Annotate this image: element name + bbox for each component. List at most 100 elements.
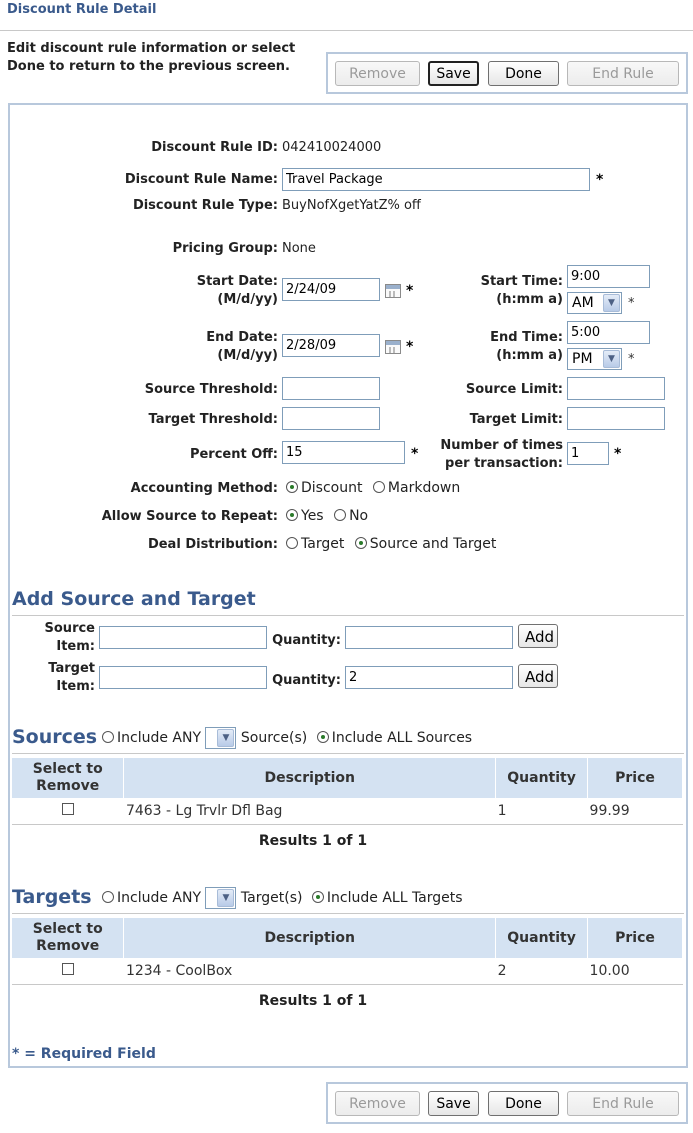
repeat-no-option[interactable]: No — [334, 508, 368, 524]
source-threshold-input[interactable] — [282, 377, 380, 400]
accounting-method-options: Discount Markdown — [286, 480, 466, 496]
distribution-source-target-option[interactable]: Source and Target — [354, 536, 497, 552]
start-time-input[interactable] — [567, 265, 650, 288]
pricing-group-label: Pricing Group: — [172, 241, 278, 256]
top-button-bar: Remove Save Done End Rule — [326, 52, 688, 94]
start-ampm-select[interactable]: AM ▼ — [567, 292, 622, 314]
radio-selected[interactable] — [286, 481, 298, 493]
column-header-select: Select to Remove — [12, 918, 125, 958]
targets-title: Targets — [12, 886, 92, 908]
chevron-down-icon: ▼ — [217, 729, 235, 747]
save-button[interactable]: Save — [428, 1091, 479, 1116]
targets-table: Select to Remove Description Quantity Pr… — [12, 918, 683, 985]
radio-label: Source and Target — [369, 536, 497, 552]
repeat-yes-option[interactable]: Yes — [286, 508, 324, 524]
section-divider — [12, 913, 684, 914]
source-quantity-input[interactable] — [345, 626, 513, 649]
targets-count-select[interactable]: ▼ — [205, 887, 237, 909]
add-target-button[interactable]: Add — [518, 664, 558, 688]
radio-label: Markdown — [387, 480, 461, 496]
source-item-label: Source — [44, 621, 95, 636]
chevron-down-icon: ▼ — [603, 350, 620, 368]
distribution-target-option[interactable]: Target — [286, 536, 344, 552]
target-threshold-input[interactable] — [282, 407, 380, 430]
end-time-label: End Time: — [490, 330, 563, 345]
add-source-button[interactable]: Add — [518, 624, 558, 648]
save-button[interactable]: Save — [428, 61, 479, 86]
source-limit-label: Source Limit: — [465, 382, 563, 397]
radio-selected[interactable] — [354, 537, 367, 549]
sources-results-count: Results 1 of 1 — [258, 833, 368, 849]
accounting-markdown-option[interactable]: Markdown — [372, 480, 461, 496]
required-star: * — [614, 446, 622, 462]
rule-name-input[interactable] — [282, 168, 590, 191]
calendar-icon[interactable] — [385, 340, 401, 354]
radio-selected[interactable] — [316, 731, 329, 743]
radio-unselected[interactable] — [102, 891, 114, 903]
end-ampm-select[interactable]: PM ▼ — [567, 348, 622, 370]
section-divider — [12, 615, 684, 616]
column-header-description: Description — [123, 758, 497, 798]
add-section-title: Add Source and Target — [12, 588, 256, 610]
title-divider — [0, 30, 693, 31]
sources-include-all-option[interactable]: Include ALL Sources — [316, 730, 472, 746]
target-item-label: Target — [48, 661, 95, 676]
radio-unselected[interactable] — [102, 731, 114, 743]
column-header-quantity: Quantity — [495, 918, 589, 958]
description-cell: 1234 - CoolBox — [123, 958, 496, 985]
radio-unselected[interactable] — [286, 537, 298, 549]
radio-unselected[interactable] — [372, 481, 385, 493]
required-star: * — [628, 352, 635, 367]
start-ampm-value: AM — [572, 295, 594, 311]
column-header-quantity: Quantity — [495, 758, 589, 798]
accounting-discount-option[interactable]: Discount — [286, 480, 362, 496]
targets-include-any-option[interactable]: Include ANY — [102, 890, 201, 906]
repeat-label: Allow Source to Repeat: — [101, 509, 278, 524]
target-limit-input[interactable] — [567, 407, 665, 430]
end-date-input[interactable] — [282, 334, 380, 357]
instructions-text: Edit discount rule information or select… — [7, 41, 296, 74]
targets-include-all-option[interactable]: Include ALL Targets — [311, 890, 463, 906]
sources-include-any-option[interactable]: Include ANY — [102, 730, 201, 746]
targets-include-options: Include ANY ▼ Target(s) Include ALL Targ… — [102, 887, 463, 909]
rule-type-label: Discount Rule Type: — [132, 198, 278, 213]
radio-label: Include ALL Targets — [326, 890, 463, 906]
required-star: * — [406, 283, 414, 299]
end-date-label: End Date: — [206, 330, 278, 345]
description-cell: 7463 - Lg Trvlr Dfl Bag — [123, 798, 496, 825]
remove-button[interactable]: Remove — [335, 61, 420, 86]
table-header-row: Select to Remove Description Quantity Pr… — [12, 758, 683, 798]
remove-checkbox[interactable] — [61, 802, 74, 815]
source-quantity-label: Quantity: — [272, 633, 341, 648]
percent-off-input[interactable] — [282, 441, 405, 464]
end-rule-button[interactable]: End Rule — [567, 61, 679, 86]
calendar-icon[interactable] — [385, 284, 401, 298]
remove-button[interactable]: Remove — [335, 1091, 420, 1116]
end-rule-button[interactable]: End Rule — [567, 1091, 679, 1116]
target-item-input[interactable] — [99, 666, 267, 689]
rule-type-value: BuyNofXgetYatZ% off — [282, 198, 421, 213]
times-per-tx-input[interactable] — [567, 442, 609, 465]
end-time-input[interactable] — [567, 321, 650, 344]
rule-id-label: Discount Rule ID: — [151, 140, 278, 155]
radio-unselected[interactable] — [334, 509, 347, 521]
percent-off-label: Percent Off: — [189, 447, 278, 462]
start-date-input[interactable] — [282, 278, 380, 301]
required-star: * — [406, 339, 414, 355]
source-limit-input[interactable] — [567, 377, 665, 400]
times-per-tx-label: Number of times — [440, 438, 563, 453]
done-button[interactable]: Done — [488, 1091, 559, 1116]
radio-selected[interactable] — [286, 509, 298, 521]
remove-checkbox[interactable] — [61, 962, 74, 975]
target-quantity-input[interactable] — [345, 666, 513, 689]
sources-count-select[interactable]: ▼ — [205, 727, 237, 749]
quantity-cell: 1 — [495, 798, 588, 825]
start-date-format: (M/d/yy) — [217, 292, 278, 307]
source-threshold-label: Source Threshold: — [144, 382, 278, 397]
sources-suffix-label: Source(s) — [240, 730, 308, 746]
radio-label: Include ANY — [117, 730, 202, 746]
source-item-input[interactable] — [99, 626, 267, 649]
done-button[interactable]: Done — [488, 61, 559, 86]
source-item-label-2: Item: — [56, 639, 95, 654]
radio-selected[interactable] — [311, 891, 324, 903]
